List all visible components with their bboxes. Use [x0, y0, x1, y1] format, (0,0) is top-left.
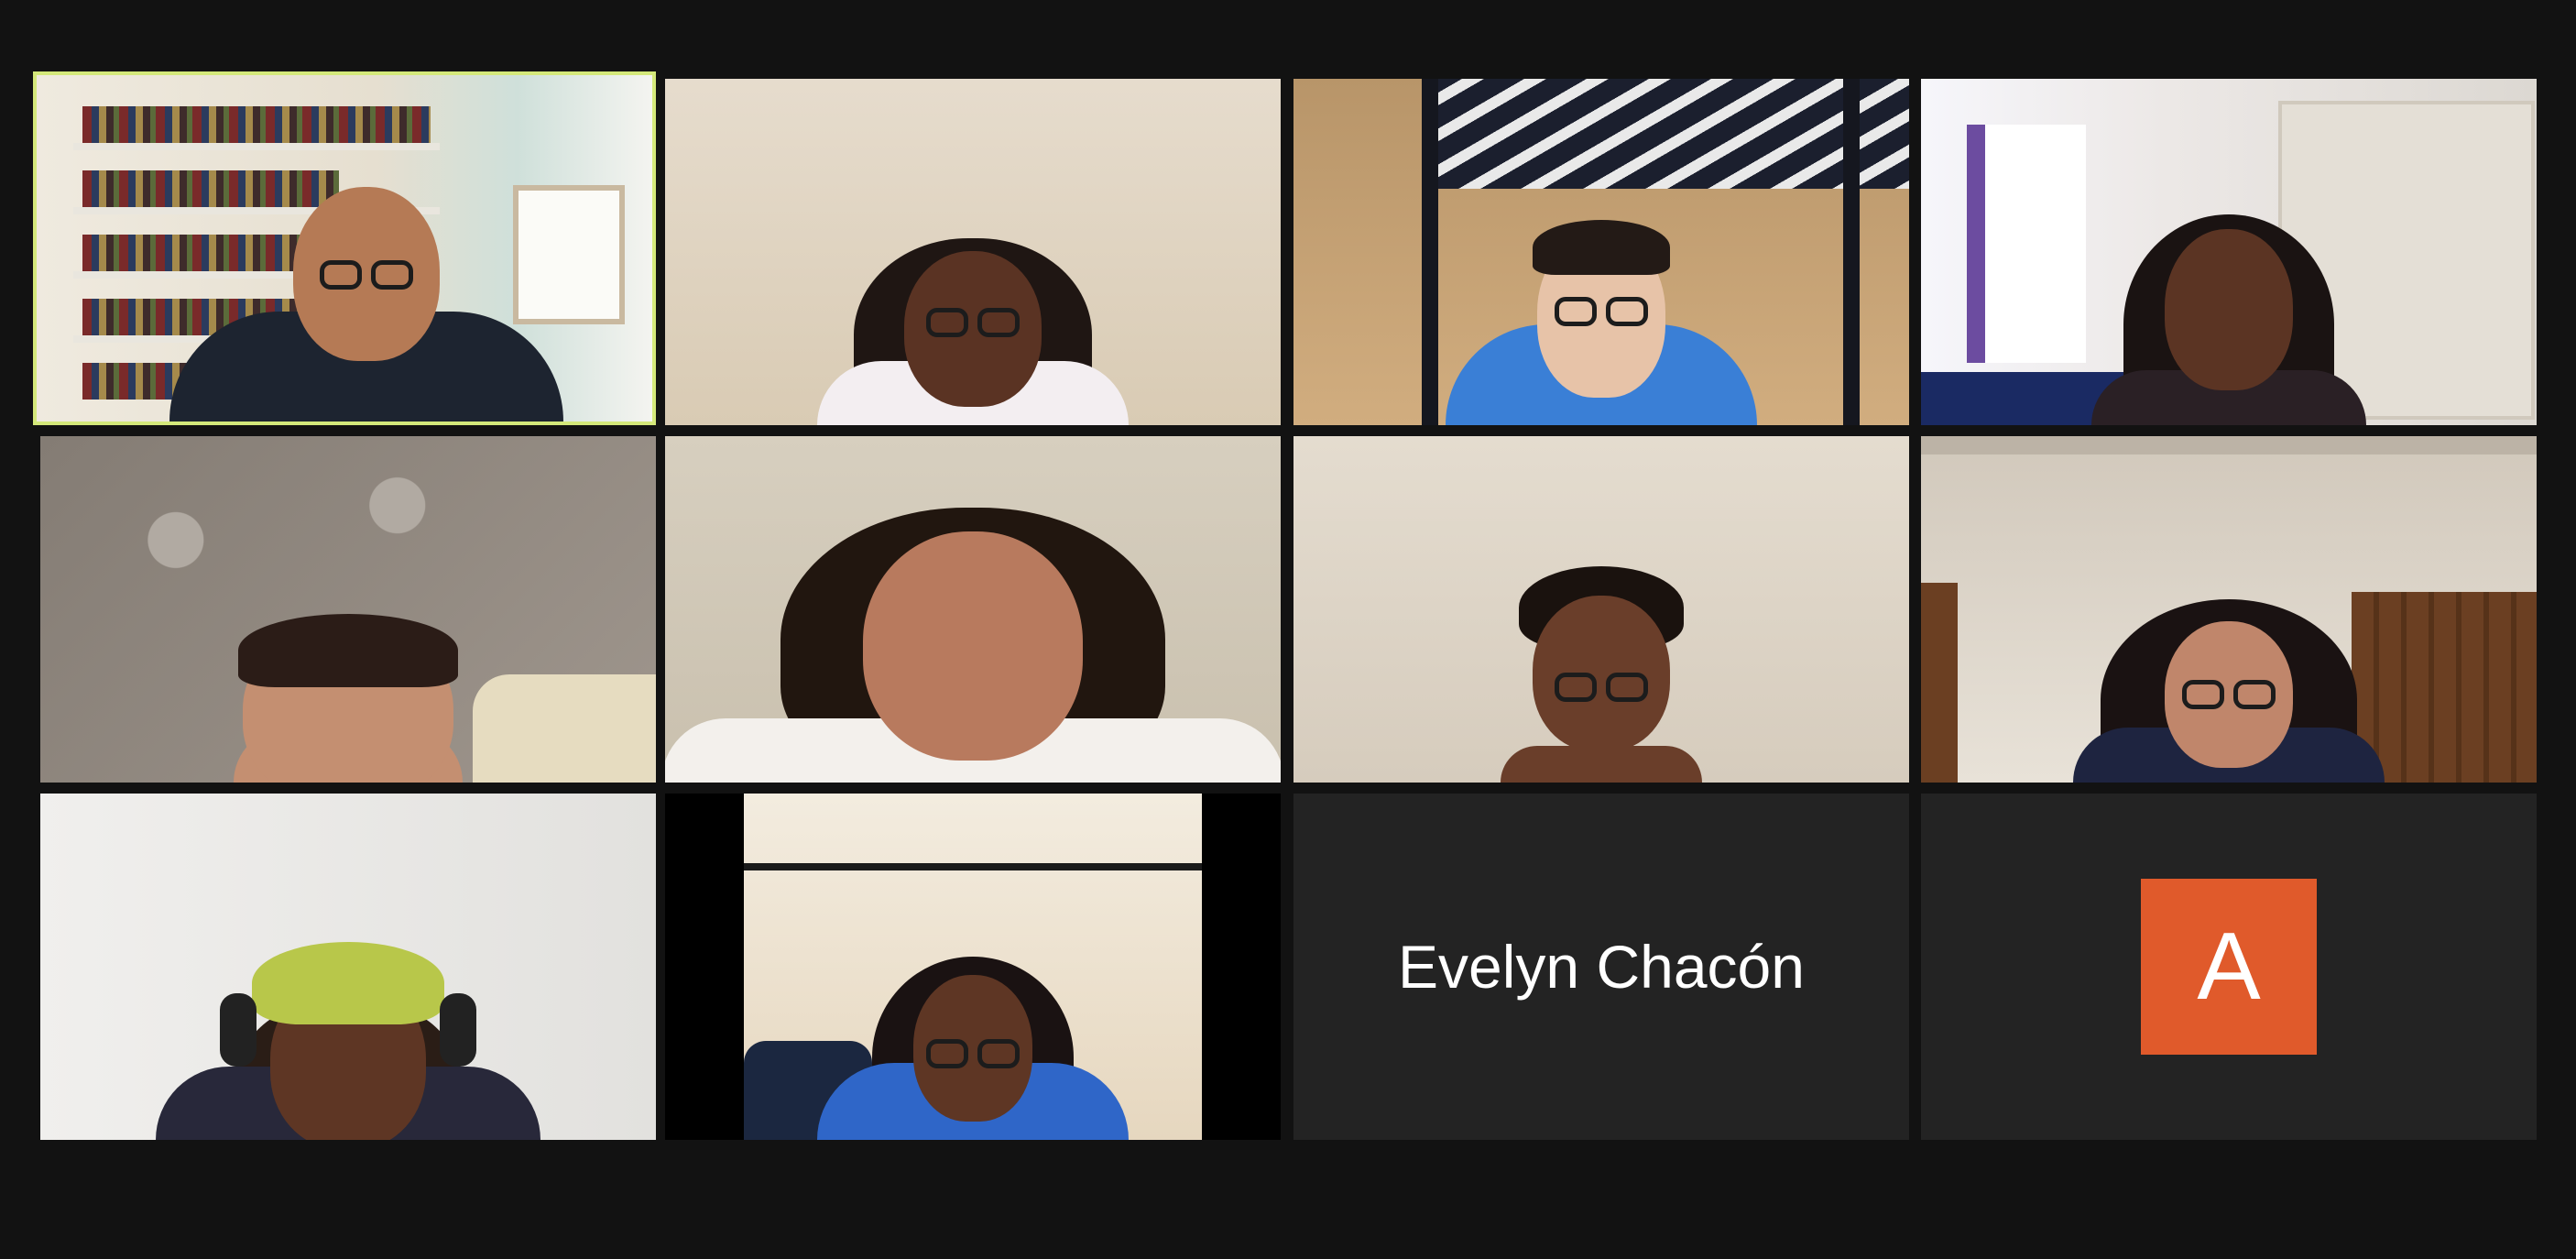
participant-video — [37, 75, 652, 421]
participant-tile-5[interactable] — [40, 436, 656, 783]
participant-name: Evelyn Chacón — [1398, 933, 1805, 1001]
participant-tile-10[interactable] — [665, 794, 1281, 1140]
participant-tile-3[interactable] — [1293, 79, 1909, 425]
video-gallery: Evelyn Chacón A — [0, 0, 2576, 1259]
participant-video — [40, 436, 656, 783]
participant-video — [1921, 79, 2537, 425]
participant-tile-avatar[interactable]: A — [1921, 794, 2537, 1140]
participant-tile-8[interactable] — [1921, 436, 2537, 783]
participant-video — [1293, 436, 1909, 783]
participant-video — [665, 436, 1281, 783]
participant-tile-1[interactable] — [33, 71, 656, 425]
participant-tile-name-only[interactable]: Evelyn Chacón — [1293, 794, 1909, 1140]
participant-video — [665, 79, 1281, 425]
participant-tile-9[interactable] — [40, 794, 656, 1140]
participant-avatar: A — [2141, 879, 2317, 1055]
participant-tile-2[interactable] — [665, 79, 1281, 425]
participant-video — [1921, 436, 2537, 783]
participant-tile-6[interactable] — [665, 436, 1281, 783]
participant-tile-7[interactable] — [1293, 436, 1909, 783]
participant-video — [40, 794, 656, 1140]
participant-video — [665, 794, 1281, 1140]
participant-tile-4[interactable] — [1921, 79, 2537, 425]
participant-video — [1293, 79, 1909, 425]
